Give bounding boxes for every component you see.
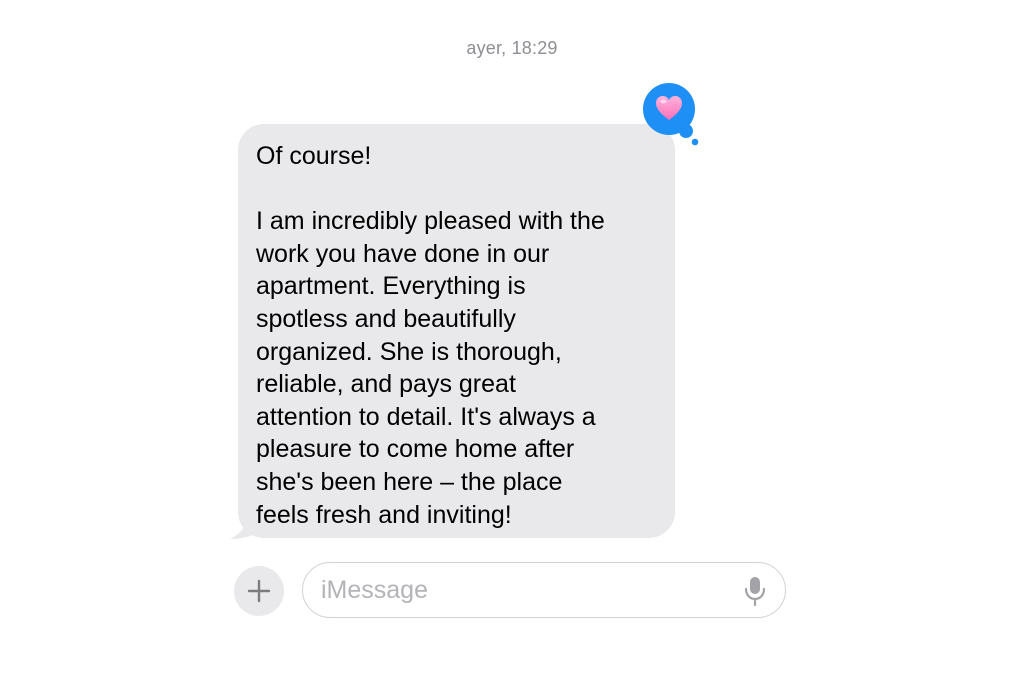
imessage-input-container[interactable] bbox=[302, 562, 786, 618]
tapback-reaction[interactable] bbox=[642, 82, 702, 148]
received-message-bubble[interactable]: Of course! I am incredibly pleased with … bbox=[238, 124, 675, 538]
message-composer bbox=[234, 562, 790, 620]
messages-screen: ayer, 18:29 Of course! I am incredibly p… bbox=[0, 0, 1024, 682]
message-timestamp: ayer, 18:29 bbox=[466, 38, 558, 58]
plus-icon bbox=[247, 579, 271, 603]
imessage-input[interactable] bbox=[321, 573, 721, 607]
add-attachment-button[interactable] bbox=[234, 566, 284, 616]
heart-icon bbox=[656, 96, 682, 120]
message-text: Of course! I am incredibly pleased with … bbox=[256, 142, 605, 529]
microphone-icon[interactable] bbox=[744, 576, 766, 606]
